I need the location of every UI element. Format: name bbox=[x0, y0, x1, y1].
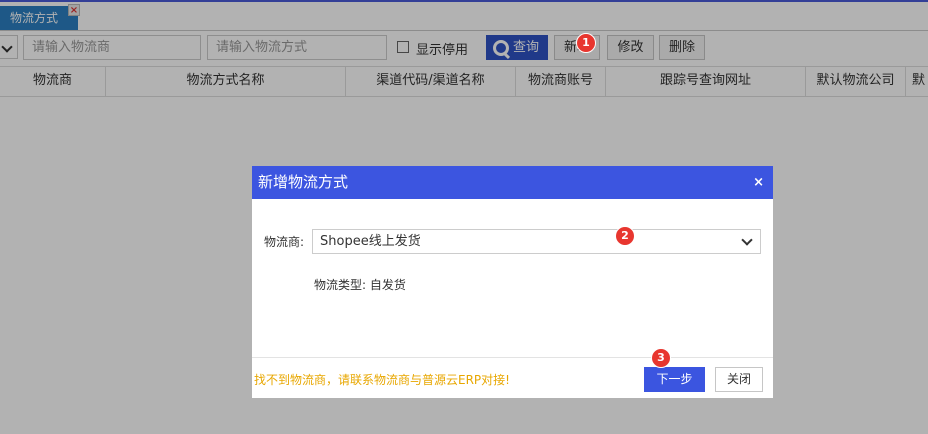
dialog-title: 新增物流方式 bbox=[258, 173, 349, 191]
dialog-footer: 找不到物流商，请联系物流商与普源云ERP对接! 下一步 关闭 bbox=[252, 357, 773, 398]
chevron-down-icon bbox=[741, 234, 753, 246]
step-badge: 2 bbox=[615, 226, 635, 246]
next-step-button[interactable]: 下一步 bbox=[644, 367, 705, 392]
type-value: 自发货 bbox=[369, 278, 406, 292]
provider-label: 物流商: bbox=[264, 235, 305, 249]
type-label: 物流类型: bbox=[314, 278, 367, 292]
close-button[interactable]: 关闭 bbox=[715, 367, 763, 392]
add-logistics-method-dialog: 新增物流方式 × 物流商: Shopee线上发货 物流类型: 自发货 找不到物流… bbox=[252, 166, 773, 398]
provider-select-value: Shopee线上发货 bbox=[320, 234, 421, 249]
close-icon[interactable]: × bbox=[753, 166, 764, 199]
dialog-header: 新增物流方式 × bbox=[252, 166, 773, 199]
footer-note: 找不到物流商，请联系物流商与普源云ERP对接! bbox=[254, 373, 510, 387]
step-badge: 1 bbox=[576, 33, 596, 53]
provider-select[interactable]: Shopee线上发货 bbox=[312, 229, 761, 254]
logistics-type-row: 物流类型: 自发货 bbox=[314, 276, 406, 293]
step-badge: 3 bbox=[651, 348, 671, 368]
